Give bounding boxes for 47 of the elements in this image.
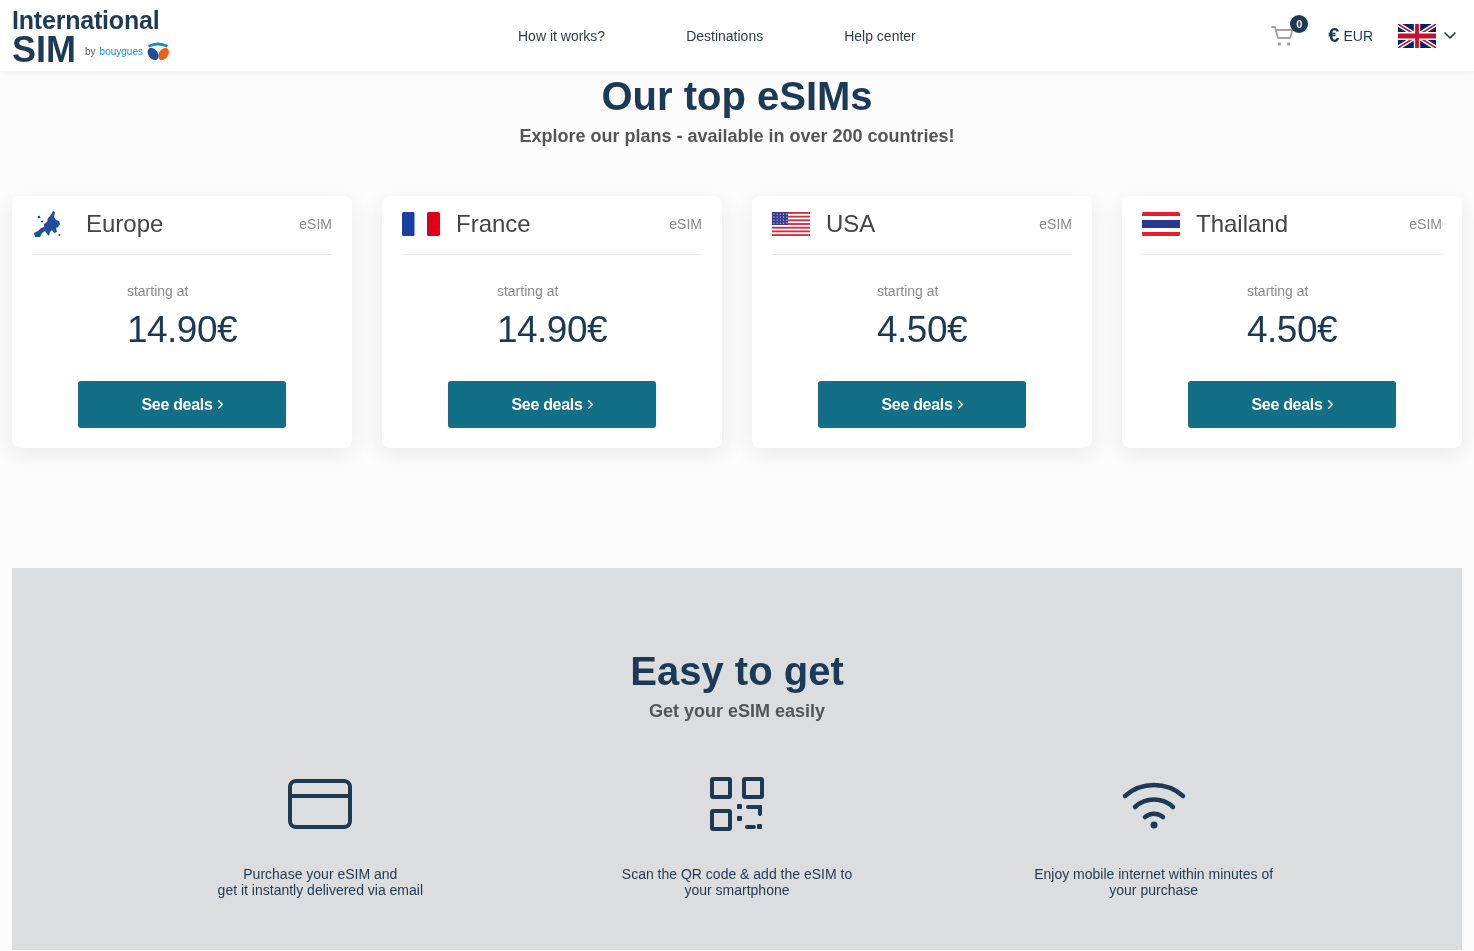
step-description: Enjoy mobile internet within minutes of your purchase	[1034, 866, 1274, 898]
see-deals-button[interactable]: See deals	[448, 381, 656, 428]
plan-name: France	[456, 210, 531, 238]
plan-price: 4.50€	[876, 308, 968, 352]
price-caption: starting at	[1246, 282, 1309, 300]
logo-link[interactable]: International SIM by bouygues	[12, 5, 171, 66]
cart-count-badge: 0	[1290, 14, 1309, 33]
see-deals-button[interactable]: See deals	[78, 381, 286, 428]
plan-type-label: eSIM	[1039, 216, 1072, 232]
language-button[interactable]	[1398, 23, 1456, 48]
nav-link[interactable]: Destinations	[686, 27, 764, 44]
nav-link[interactable]: Help center	[844, 27, 916, 44]
credit-card-icon	[288, 779, 353, 829]
europe-map-icon	[32, 209, 62, 239]
chevron-right-icon	[587, 400, 593, 409]
flag-icon	[1142, 212, 1180, 236]
flag-icon	[772, 212, 810, 236]
price-caption: starting at	[496, 282, 559, 300]
section-subtitle: Get your eSIM easily	[648, 700, 826, 723]
plan-price: 14.90€	[496, 308, 608, 352]
plan-name: USA	[826, 210, 876, 238]
section-title: Our top eSIMs	[601, 73, 873, 120]
see-deals-button[interactable]: See deals	[818, 381, 1026, 428]
flag-icon	[1398, 23, 1436, 48]
qr-code-icon	[710, 777, 764, 831]
see-deals-button[interactable]: See deals	[1188, 381, 1396, 428]
flag-icon	[402, 212, 440, 236]
chevron-right-icon	[1327, 400, 1333, 409]
chevron-right-icon	[957, 400, 963, 409]
plan-price: 4.50€	[1246, 308, 1338, 352]
chevron-down-icon	[1444, 32, 1456, 39]
price-caption: starting at	[126, 282, 189, 300]
nav-link[interactable]: How it works?	[518, 27, 606, 44]
step-description: Scan the QR code & add the eSIM to your smartphone	[621, 866, 853, 898]
plan-name: Thailand	[1196, 210, 1289, 238]
chevron-right-icon	[217, 400, 223, 409]
plan-type-label: eSIM	[1409, 216, 1442, 232]
step-description: Purchase your eSIM and get it instantly delivered via email	[217, 866, 424, 898]
section-subtitle: Explore our plans - available in over 200 countries!	[519, 125, 955, 148]
plan-name: Europe	[86, 210, 164, 238]
plan-type-label: eSIM	[299, 216, 332, 232]
plan-type-label: eSIM	[669, 216, 702, 232]
cart-icon	[1271, 24, 1296, 47]
plan-price: 14.90€	[126, 308, 238, 352]
section-title: Easy to get	[630, 648, 844, 695]
price-caption: starting at	[876, 282, 939, 300]
currency-button[interactable]: € EUR	[1328, 24, 1373, 47]
